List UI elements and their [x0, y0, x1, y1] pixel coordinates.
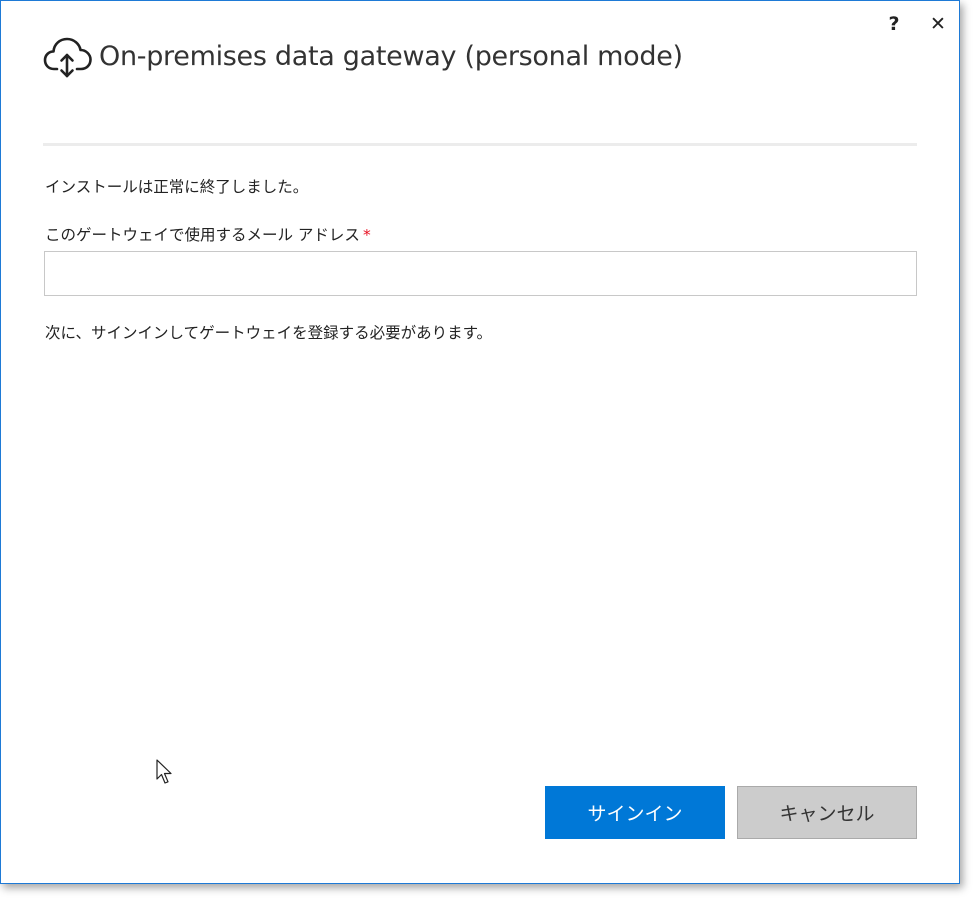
close-button[interactable]: ✕ — [927, 11, 949, 37]
mouse-pointer-icon — [156, 759, 172, 784]
email-field-label: このゲートウェイで使用するメール アドレス * — [45, 223, 371, 245]
next-step-message: 次に、サインインしてゲートウェイを登録する必要があります。 — [45, 324, 493, 342]
install-status-message: インストールは正常に終了しました。 — [45, 178, 309, 196]
required-marker: * — [362, 226, 371, 244]
title-bar-controls: ? ✕ — [883, 11, 949, 37]
close-icon: ✕ — [930, 13, 946, 35]
cancel-button[interactable]: キャンセル — [737, 786, 917, 839]
dialog-title: On-premises data gateway (personal mode) — [99, 40, 683, 72]
question-mark-icon: ? — [888, 13, 900, 35]
sign-in-button[interactable]: サインイン — [545, 786, 725, 839]
gateway-dialog-window: ? ✕ On-premises data gateway (personal m… — [0, 0, 960, 884]
header-divider — [43, 143, 917, 146]
email-field[interactable] — [44, 251, 917, 296]
dialog-header: On-premises data gateway (personal mode) — [43, 31, 683, 81]
cloud-upload-download-icon — [43, 37, 92, 78]
email-label-text: このゲートウェイで使用するメール アドレス — [45, 226, 360, 244]
help-button[interactable]: ? — [883, 11, 905, 37]
